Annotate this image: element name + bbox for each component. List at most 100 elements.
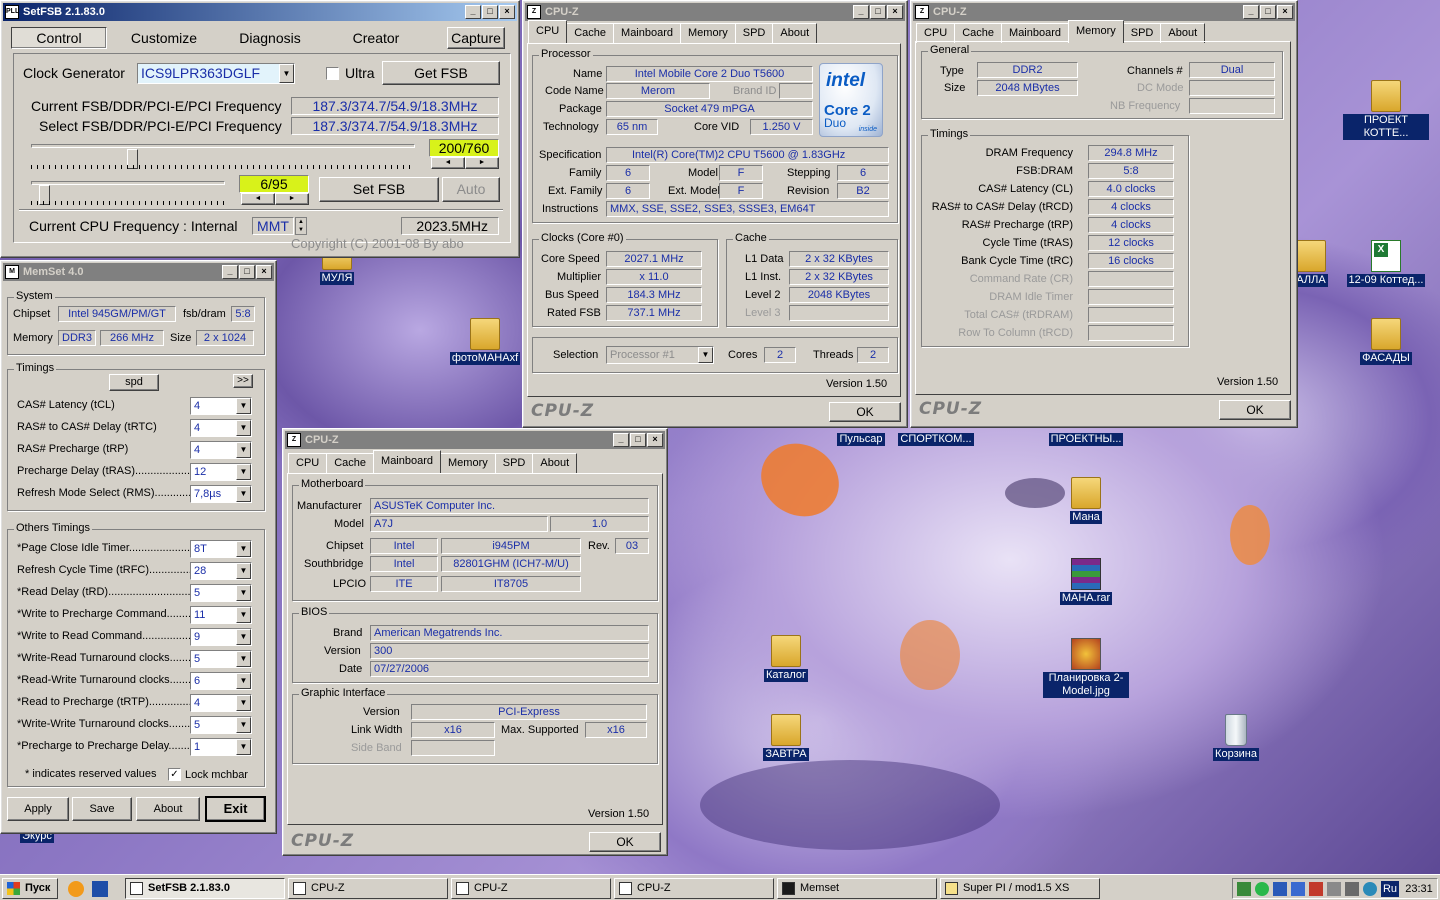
lock-mchbar-checkbox[interactable]: ✓	[168, 768, 181, 781]
close-button[interactable]: ×	[499, 5, 515, 19]
tab-about[interactable]: About	[772, 23, 818, 43]
other-timing-select[interactable]: 1 ▼	[190, 738, 252, 756]
language-indicator[interactable]: Ru	[1381, 881, 1399, 897]
ultra-checkbox[interactable]	[326, 67, 339, 80]
desktop-icon-mana[interactable]: Мана	[1043, 477, 1129, 524]
chevron-down-icon[interactable]: ▼	[236, 695, 251, 711]
maximize-button[interactable]: □	[1260, 5, 1276, 19]
chevron-down-icon[interactable]: ▼	[236, 442, 251, 458]
tab-mainboard[interactable]: Mainboard	[613, 23, 682, 43]
chevron-down-icon[interactable]: ▼	[236, 717, 251, 733]
other-timing-select[interactable]: 5 ▼	[190, 650, 252, 668]
clock-generator-select[interactable]: ICS9LPR363DGLF ▼	[137, 63, 295, 84]
tab-spd[interactable]: SPD	[734, 23, 774, 43]
minimize-button[interactable]: _	[465, 5, 481, 19]
tab-cpu[interactable]: CPU	[288, 453, 328, 473]
desktop-icon-planirovka[interactable]: Планировка 2-Model.jpg	[1043, 638, 1129, 698]
tab-customize[interactable]: Customize	[119, 30, 209, 46]
processor-select[interactable]: Processor #1 ▼	[606, 346, 714, 364]
timing-select[interactable]: 12 ▼	[190, 463, 252, 481]
clock[interactable]: 23:31	[1401, 881, 1437, 897]
memset-window[interactable]: M MemSet 4.0 _ □ × System Chipset Intel 945…	[0, 260, 277, 834]
taskbar-item-memset[interactable]: Memset	[777, 878, 937, 899]
chevron-down-icon[interactable]: ▼	[236, 739, 251, 755]
chevron-down-icon[interactable]: ▼	[698, 347, 713, 363]
tray-shield-icon[interactable]	[1255, 882, 1269, 896]
other-timing-select[interactable]: 28 ▼	[190, 562, 252, 580]
setfsb-titlebar[interactable]: PLL SetFSB 2.1.83.0 _ □ ×	[3, 3, 517, 21]
tab-diagnosis[interactable]: Diagnosis	[225, 30, 315, 46]
other-timing-select[interactable]: 5 ▼	[190, 584, 252, 602]
desktop-icon-katalog[interactable]: Каталог	[743, 635, 829, 682]
tray-monitor-icon[interactable]	[1273, 882, 1287, 896]
maximize-button[interactable]: □	[482, 5, 498, 19]
other-timing-select[interactable]: 5 ▼	[190, 716, 252, 734]
tab-cache[interactable]: Cache	[566, 23, 615, 43]
tab-spd[interactable]: SPD	[494, 453, 534, 473]
chevron-down-icon[interactable]: ▼	[236, 585, 251, 601]
taskbar-item-superpi[interactable]: Super PI / mod1.5 XS	[940, 878, 1100, 899]
minimize-button[interactable]: _	[1243, 5, 1259, 19]
chevron-down-icon[interactable]: ▼	[236, 629, 251, 645]
expand-button[interactable]: >>	[233, 374, 253, 388]
minimize-button[interactable]: _	[222, 265, 238, 279]
maximize-button[interactable]: □	[630, 433, 646, 447]
tab-creator[interactable]: Creator	[331, 30, 421, 46]
maximize-button[interactable]: □	[870, 5, 886, 19]
save-button[interactable]: Save	[72, 797, 132, 821]
cpuz-titlebar[interactable]: Z CPU-Z _ □ ×	[525, 3, 905, 21]
desktop-icon-pulsar[interactable]: Пульсар	[818, 433, 904, 446]
tab-about[interactable]: About	[1160, 23, 1206, 43]
tab-memory[interactable]: Memory	[1068, 20, 1124, 43]
tab-control[interactable]: Control	[11, 27, 107, 49]
desktop-icon-korzina[interactable]: Корзина	[1193, 714, 1279, 761]
cpuz-titlebar[interactable]: Z CPU-Z _ □ ×	[913, 3, 1295, 21]
start-button[interactable]: Пуск	[2, 878, 58, 899]
desktop-icon-proektny[interactable]: ПРОЕКТНЫ...	[1043, 433, 1129, 446]
apply-button[interactable]: Apply	[7, 797, 69, 821]
minimize-button[interactable]: _	[613, 433, 629, 447]
minimize-button[interactable]: _	[853, 5, 869, 19]
other-timing-select[interactable]: 6 ▼	[190, 672, 252, 690]
mmt-spinner[interactable]: ▲ ▼	[295, 217, 307, 235]
timing-select[interactable]: 4 ▼	[190, 419, 252, 437]
timing-select[interactable]: 4 ▼	[190, 441, 252, 459]
fsb-step-down-button[interactable]: ◄	[431, 157, 465, 169]
chevron-down-icon[interactable]: ▼	[279, 64, 294, 83]
pll-step-up-button[interactable]: ►	[275, 193, 309, 205]
pll-slider-track[interactable]	[31, 181, 225, 185]
tray-volume-icon[interactable]	[1345, 882, 1359, 896]
tab-cpu[interactable]: CPU	[916, 23, 956, 43]
chevron-down-icon[interactable]: ▼	[236, 486, 251, 502]
capture-button[interactable]: Capture	[447, 27, 505, 49]
exit-button[interactable]: Exit	[205, 796, 266, 822]
desktop-icon-proekt-kotte[interactable]: ПРОЕКТ КОТТЕ...	[1343, 80, 1429, 140]
chevron-down-icon[interactable]: ▼	[236, 541, 251, 557]
desktop-icon-foto-mana[interactable]: фотоМАНАxf	[442, 318, 528, 365]
desktop-icon-mana-rar[interactable]: МАНА.rar	[1043, 558, 1129, 605]
tab-cpu[interactable]: CPU	[528, 20, 568, 43]
tab-memory[interactable]: Memory	[440, 453, 496, 473]
auto-button[interactable]: Auto	[442, 177, 500, 202]
memset-titlebar[interactable]: M MemSet 4.0 _ □ ×	[3, 263, 274, 281]
desktop-icon-12-09-kotted[interactable]: X 12-09 Коттед...	[1343, 240, 1429, 287]
maximize-button[interactable]: □	[239, 265, 255, 279]
chevron-down-icon[interactable]: ▼	[236, 651, 251, 667]
other-timing-select[interactable]: 4 ▼	[190, 694, 252, 712]
tray-speaker-icon[interactable]	[1309, 882, 1323, 896]
timing-select[interactable]: 4 ▼	[190, 397, 252, 415]
cpuz-titlebar[interactable]: Z CPU-Z _ □ ×	[285, 431, 665, 449]
pll-step-down-button[interactable]: ◄	[241, 193, 275, 205]
cpuz-cpu-window[interactable]: Z CPU-Z _ □ × CPU Cache Mainboard Memory SP…	[522, 0, 908, 428]
other-timing-select[interactable]: 9 ▼	[190, 628, 252, 646]
tray-battery-icon[interactable]	[1327, 882, 1341, 896]
chevron-down-icon[interactable]: ▼	[236, 464, 251, 480]
get-fsb-button[interactable]: Get FSB	[382, 61, 500, 85]
tab-cache[interactable]: Cache	[326, 453, 375, 473]
tab-spd[interactable]: SPD	[1122, 23, 1162, 43]
tab-about[interactable]: About	[532, 453, 578, 473]
cpuz-mainboard-window[interactable]: Z CPU-Z _ □ × CPU Cache Mainboard Memory SP…	[282, 428, 668, 856]
spd-button[interactable]: spd	[109, 374, 159, 391]
tab-cache[interactable]: Cache	[954, 23, 1003, 43]
quick-launch-desktop-icon[interactable]	[92, 881, 108, 897]
